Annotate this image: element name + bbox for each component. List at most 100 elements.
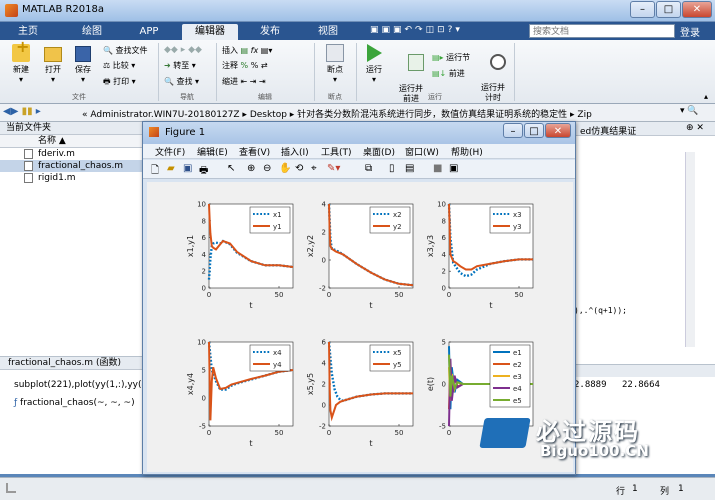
x-tick-label: 0 [447, 291, 451, 299]
open-label: 打开 [45, 65, 61, 74]
zoom-in-icon[interactable]: ⊕ [247, 163, 255, 174]
run-section-label: 运行节 [446, 53, 471, 62]
rotate-icon[interactable]: ⟲ [295, 163, 303, 174]
new-button[interactable]: + 新建 ▾ [6, 39, 36, 85]
collapse-ribbon-icon[interactable]: ▴ [704, 92, 708, 101]
figure-maximize-button[interactable]: □ [524, 123, 544, 138]
save-figure-icon[interactable]: ▣ [183, 163, 192, 174]
link-plot-icon[interactable]: ⧉ [365, 163, 372, 174]
run-section-button[interactable]: ▤▸ 运行节 [432, 52, 470, 63]
brush-icon[interactable]: ✎▾ [327, 163, 340, 174]
quick-access-toolbar[interactable]: ▣▣▣↶↷◫⊡?▾ [370, 25, 520, 37]
file-name: fderiv.m [38, 149, 75, 159]
figure-title-bar[interactable]: Figure 1 – □ ✕ [143, 122, 575, 144]
insert-label: 插入 [222, 46, 238, 55]
file-item[interactable]: fractional_chaos.m [0, 160, 149, 172]
new-label: 新建 [13, 65, 29, 74]
x-tick-label: 0 [327, 291, 331, 299]
indent-button[interactable]: 缩进 ⇤ ⇥ ⇥ [222, 76, 266, 87]
pan-hand-icon[interactable]: ✋ [279, 163, 291, 174]
goto-icon: ➜ [164, 61, 171, 70]
detail-code-line: subplot(221),plot(yy(1,:),yy(4,:) [14, 380, 157, 390]
tab-view[interactable]: 视图 [306, 24, 350, 40]
run-button[interactable]: 运行 ▾ [360, 44, 388, 85]
legend-entry: e4 [513, 385, 522, 393]
find-files-button[interactable]: 🔍 查找文件 [103, 45, 148, 56]
ribbon: + 新建 ▾ 打开 ▾ 保存 ▾ 🔍 查找文件 ⚖ 比较 ▾ 🖶 打印 ▾ 文件 ◆◆… [0, 39, 715, 104]
y-tick-label: 2 [322, 229, 326, 237]
nav-arrows[interactable]: ◆◆ ▸ ◆◆ [164, 45, 202, 55]
comment-label: 注释 [222, 61, 238, 70]
y-tick-label: 5 [202, 367, 206, 375]
nav-group-label: 导航 [180, 93, 194, 101]
menu-help[interactable]: 帮助(H) [451, 145, 483, 158]
col-value: 1 [678, 484, 684, 494]
insert-button[interactable]: 插入 ▤ fx ▤▾ [222, 45, 272, 56]
x-axis-label: t [249, 301, 252, 310]
maximize-button[interactable]: □ [656, 1, 681, 18]
m-file-icon [24, 173, 33, 183]
figure-close-button[interactable]: ✕ [545, 123, 571, 138]
advance-icon: ▤↓ [432, 69, 447, 78]
login-link[interactable]: 登录 [680, 24, 700, 39]
close-button[interactable]: ✕ [682, 1, 712, 18]
tab-publish[interactable]: 发布 [248, 24, 292, 40]
y-tick-label: 10 [437, 201, 446, 209]
menu-tools[interactable]: 工具(T) [321, 145, 352, 158]
menu-insert[interactable]: 插入(I) [281, 145, 309, 158]
menu-file[interactable]: 文件(F) [155, 145, 185, 158]
find-button[interactable]: 🔍 查找 ▾ [164, 76, 199, 87]
editor-scrollbar[interactable] [685, 152, 695, 347]
tab-editor[interactable]: 编辑器 [182, 24, 238, 40]
comment-button[interactable]: 注释 % % ⇄ [222, 60, 268, 71]
compare-button[interactable]: ⚖ 比较 ▾ [103, 60, 135, 71]
print-button[interactable]: 🖶 打印 ▾ [103, 76, 136, 90]
tab-apps[interactable]: APP [128, 24, 170, 40]
minimize-button[interactable]: – [630, 1, 655, 18]
nav-back-forward-icons[interactable]: ◀▶ ▮▮ ▸ [3, 106, 41, 117]
save-button[interactable]: 保存 ▾ [70, 44, 96, 85]
function-icon: ƒ [14, 398, 18, 408]
zoom-out-icon[interactable]: ⊖ [263, 163, 271, 174]
column-header[interactable]: 名称 ▲ [0, 135, 149, 148]
x-tick-label: 0 [447, 429, 451, 437]
colorbar-icon[interactable]: ▯ [389, 163, 395, 174]
y-axis-label: e(t) [426, 377, 435, 391]
editor-close-icon[interactable]: ⊕ ✕ [686, 123, 704, 133]
y-tick-label: -5 [199, 423, 206, 431]
breakpoints-button[interactable]: 断点 ▾ [320, 44, 350, 85]
data-cursor-icon[interactable]: ⌖ [311, 163, 317, 174]
find-files-icon: 🔍 [103, 46, 113, 55]
menu-view[interactable]: 查看(V) [239, 145, 270, 158]
open-file-icon[interactable]: ▰ [167, 163, 175, 174]
new-figure-icon[interactable]: 🗋 [151, 163, 159, 180]
legend-icon[interactable]: ▤ [405, 163, 414, 174]
current-path[interactable]: « Administrator.WIN7U-20180127Z ▸ Deskto… [82, 107, 592, 120]
tab-plots[interactable]: 绘图 [72, 24, 112, 40]
goto-button[interactable]: ➜ 转至 ▾ [164, 60, 196, 71]
file-group-label: 文件 [72, 93, 86, 101]
path-search-icon[interactable]: ▾ 🔍 [680, 106, 699, 116]
legend-entry: x1 [273, 211, 282, 219]
print-figure-icon[interactable]: 🖶 [199, 163, 208, 180]
file-item[interactable]: rigid1.m [0, 172, 149, 184]
file-name: rigid1.m [38, 173, 76, 183]
search-docs-input[interactable] [529, 24, 675, 38]
menu-edit[interactable]: 编辑(E) [197, 145, 228, 158]
open-button[interactable]: 打开 ▾ [40, 44, 66, 85]
new-icon: + [12, 39, 30, 62]
show-tools-icon[interactable]: ▣ [449, 163, 458, 174]
menu-desktop[interactable]: 桌面(D) [363, 145, 395, 158]
detail-header: fractional_chaos.m (函数) [0, 356, 150, 370]
legend-entry: y4 [273, 361, 282, 369]
y-tick-label: 4 [442, 251, 447, 259]
pointer-icon[interactable]: ↖ [227, 163, 235, 174]
advance-button[interactable]: ▤↓ 前进 [432, 68, 465, 79]
figure-minimize-button[interactable]: – [503, 123, 523, 138]
find-label: 查找 [176, 77, 193, 86]
menu-window[interactable]: 窗口(W) [405, 145, 439, 158]
matlab-logo-icon [5, 4, 18, 17]
hide-tools-icon[interactable]: ■ [433, 163, 442, 174]
y-tick-label: 0 [442, 285, 446, 293]
file-item[interactable]: fderiv.m [0, 148, 149, 160]
